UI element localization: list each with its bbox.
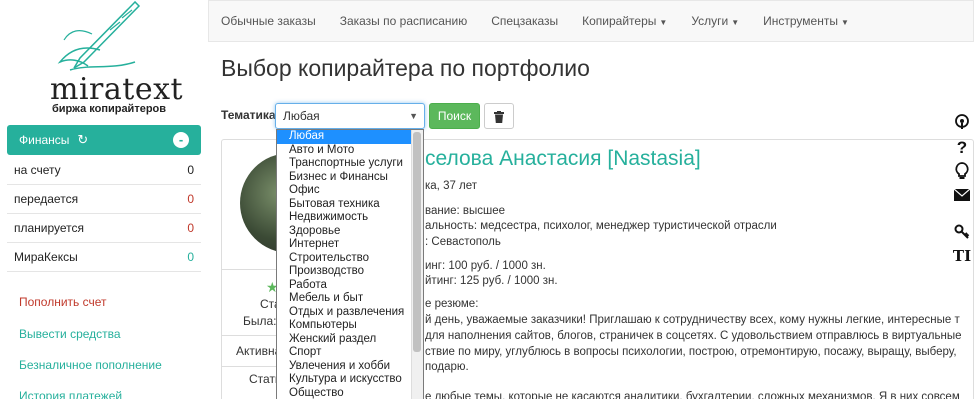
logo-subtitle: биржа копирайтеров xyxy=(52,103,167,115)
topic-option[interactable]: Культура и искусство xyxy=(277,373,413,387)
refresh-icon[interactable]: ↻ xyxy=(77,132,88,148)
topic-option[interactable]: Строительство xyxy=(277,252,413,266)
finance-row-label: МираКексы xyxy=(14,250,78,264)
finance-row-value: 0 xyxy=(187,250,194,264)
resume-label: е резюме: xyxy=(425,298,479,310)
chevron-down-icon: ▼ xyxy=(409,111,418,121)
top-up-link[interactable]: Пополнить счет xyxy=(19,295,107,309)
finance-row-miracakes: МираКексы 0 xyxy=(7,243,201,272)
resume-line: й день, уважаемые заказчики! Приглашаю к… xyxy=(425,314,960,326)
payment-history-link[interactable]: История платежей xyxy=(19,389,122,399)
finance-row-label: на счету xyxy=(14,163,61,177)
finance-row-value: 0 xyxy=(187,192,194,206)
topic-option[interactable]: Мебель и быт xyxy=(277,292,413,306)
finance-row-value: 0 xyxy=(187,163,194,177)
caret-down-icon: ▼ xyxy=(659,18,668,27)
topic-option[interactable]: Общество xyxy=(277,387,413,399)
top-navbar: Обычные заказы Заказы по расписанию Спец… xyxy=(208,0,974,42)
key-icon[interactable] xyxy=(952,224,972,244)
cashless-topup-link[interactable]: Безналичное пополнение xyxy=(19,358,162,372)
active-tab[interactable]: Активна xyxy=(236,344,281,358)
nav-services[interactable]: Услуги ▼ xyxy=(679,14,751,28)
finance-row-balance: на счету 0 xyxy=(7,156,201,185)
trash-button[interactable] xyxy=(484,103,514,129)
finance-title: Финансы xyxy=(19,133,70,147)
page-title: Выбор копирайтера по портфолио xyxy=(221,55,590,81)
podcast-icon[interactable] xyxy=(952,114,972,134)
topic-option[interactable]: Спорт xyxy=(277,346,413,360)
topic-select-value: Любая xyxy=(283,109,320,123)
topic-option[interactable]: Недвижимость xyxy=(277,211,413,225)
nav-tools[interactable]: Инструменты ▼ xyxy=(751,14,861,28)
topic-option[interactable]: Авто и Мото xyxy=(277,144,413,158)
topic-option[interactable]: Компьютеры xyxy=(277,319,413,333)
finance-row-transferring: передается 0 xyxy=(7,185,201,214)
podcast-icon-svg xyxy=(955,114,969,129)
last-seen-label: Была: xyxy=(243,314,277,328)
resume-line: для наполнения сайтов, блогов, страничек… xyxy=(425,330,962,342)
topic-option[interactable]: Женский раздел xyxy=(277,333,413,347)
topic-option[interactable]: Отдых и развлечения xyxy=(277,306,413,320)
topic-select[interactable]: Любая ▼ xyxy=(275,103,425,129)
envelope-icon[interactable] xyxy=(952,188,972,205)
nav-copywriters[interactable]: Копирайтеры ▼ xyxy=(570,14,679,28)
finance-row-planned: планируется 0 xyxy=(7,214,201,243)
envelope-icon-svg xyxy=(953,188,971,201)
profile-education: вание: высшее xyxy=(425,205,506,217)
nav-label: Услуги xyxy=(691,14,729,28)
topic-option[interactable]: Работа xyxy=(277,279,413,293)
finance-row-value: 0 xyxy=(187,221,194,235)
finance-row-label: передается xyxy=(14,192,79,206)
topic-option[interactable]: Любая xyxy=(277,130,413,144)
profile-age: ка, 37 лет xyxy=(425,180,478,192)
profile-rate-1: инг: 100 руб. / 1000 зн. xyxy=(425,260,546,272)
resume-line: ствие по миру, углублюсь в вопросы психо… xyxy=(425,346,957,358)
lightbulb-icon-svg xyxy=(955,162,969,179)
withdraw-link[interactable]: Вывести средства xyxy=(19,327,121,341)
logo-word: miratext xyxy=(50,72,184,107)
nav-label: Инструменты xyxy=(763,14,838,28)
pen-hand-logo-icon xyxy=(57,0,141,71)
profile-city: : Севастополь xyxy=(425,236,501,248)
trash-icon xyxy=(494,110,504,123)
text-icon[interactable]: TI xyxy=(952,247,972,265)
scrollbar-thumb[interactable] xyxy=(413,132,421,352)
topic-option[interactable]: Здоровье xyxy=(277,225,413,239)
resume-line: е любые темы, которые не касаются аналит… xyxy=(425,391,960,399)
finance-header[interactable]: Финансы ↻ - xyxy=(7,125,201,155)
caret-down-icon: ▼ xyxy=(731,18,740,27)
logo[interactable]: miratext биржа копирайтеров xyxy=(40,0,184,118)
topic-option[interactable]: Интернет xyxy=(277,238,413,252)
nav-special-orders[interactable]: Спецзаказы xyxy=(479,14,570,28)
topic-option[interactable]: Бытовая техника xyxy=(277,198,413,212)
topic-dropdown-list[interactable]: Любая Авто и Мото Транспортные услуги Би… xyxy=(276,129,424,399)
sidebar: miratext биржа копирайтеров Финансы ↻ - … xyxy=(0,0,208,399)
lightbulb-icon[interactable] xyxy=(952,162,972,184)
dropdown-scrollbar[interactable] xyxy=(411,130,423,399)
nav-label: Копирайтеры xyxy=(582,14,657,28)
profile-rate-2: йтинг: 125 руб. / 1000 зн. xyxy=(425,275,558,287)
collapse-icon[interactable]: - xyxy=(173,132,189,148)
search-button[interactable]: Поиск xyxy=(429,103,480,129)
copywriter-name[interactable]: селова Анастасия [Nastasia] xyxy=(425,147,701,171)
topic-option[interactable]: Бизнес и Финансы xyxy=(277,171,413,185)
resume-line: подарю. xyxy=(425,361,469,373)
topic-label: Тематика xyxy=(221,108,276,122)
finance-row-label: планируется xyxy=(14,221,85,235)
topic-option[interactable]: Офис xyxy=(277,184,413,198)
topic-option[interactable]: Транспортные услуги xyxy=(277,157,413,171)
caret-down-icon: ▼ xyxy=(840,18,849,27)
topic-option[interactable]: Производство xyxy=(277,265,413,279)
topic-option[interactable]: Увлечения и хобби xyxy=(277,360,413,374)
profile-profession: альность: медсестра, психолог, менеджер … xyxy=(425,220,777,232)
question-icon[interactable]: ? xyxy=(952,138,972,158)
nav-regular-orders[interactable]: Обычные заказы xyxy=(209,14,328,28)
nav-scheduled-orders[interactable]: Заказы по расписанию xyxy=(328,14,480,28)
key-icon-svg xyxy=(954,224,970,239)
